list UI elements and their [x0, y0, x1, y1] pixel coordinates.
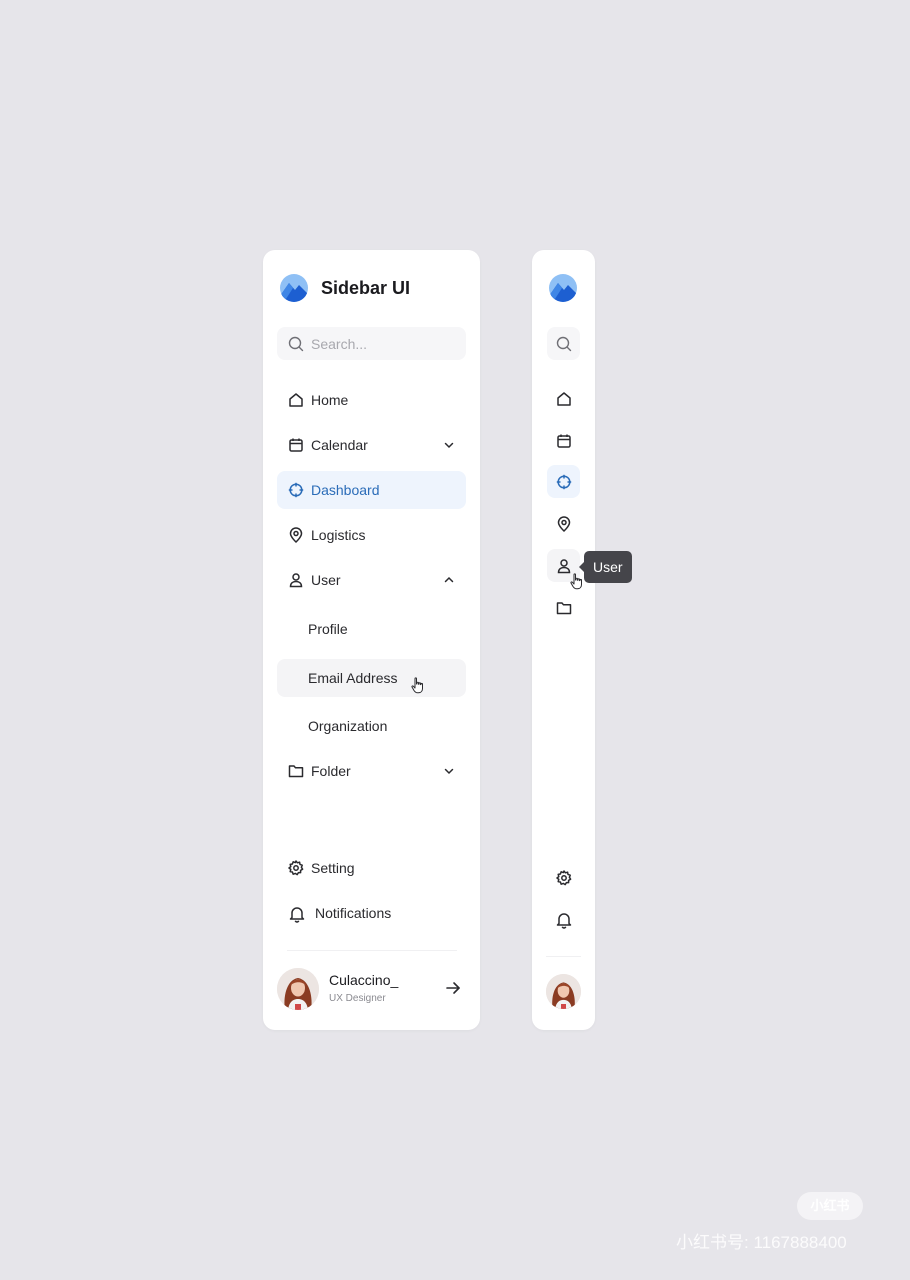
nav-label-calendar: Calendar [311, 437, 368, 453]
sub-label-email-address: Email Address [308, 670, 398, 686]
user-tooltip: User [579, 551, 632, 583]
collapsed-setting-button[interactable] [547, 861, 580, 894]
collapsed-sidebar [532, 250, 595, 1030]
location-pin-icon [556, 516, 572, 532]
user-name: Culaccino_ [329, 972, 399, 988]
calendar-icon [556, 433, 572, 449]
collapsed-logistics-button[interactable] [547, 507, 580, 540]
user-icon [556, 558, 572, 574]
collapsed-home-button[interactable] [547, 382, 580, 415]
nav-label-logistics: Logistics [311, 527, 366, 543]
gear-icon [288, 860, 304, 876]
nav-item-logistics[interactable]: Logistics [277, 516, 466, 554]
search-input[interactable]: Search... [277, 327, 466, 360]
gear-icon [556, 870, 572, 886]
user-card[interactable]: Culaccino_ UX Designer [277, 966, 466, 1014]
folder-icon [556, 600, 572, 616]
folder-icon [288, 763, 304, 779]
user-role: UX Designer [329, 993, 386, 1004]
collapsed-calendar-button[interactable] [547, 424, 580, 457]
nav-item-setting[interactable]: Setting [277, 849, 466, 887]
collapsed-folder-button[interactable] [547, 591, 580, 624]
crosshair-icon [556, 474, 572, 490]
nav-label-home: Home [311, 392, 349, 408]
user-icon [288, 572, 304, 588]
home-icon [556, 391, 572, 407]
arrow-right-icon[interactable] [445, 980, 461, 1001]
mountain-logo-icon[interactable] [549, 274, 577, 302]
nav-label-notifications: Notifications [315, 905, 392, 921]
sub-label-organization: Organization [308, 718, 388, 734]
mountain-logo-icon[interactable] [280, 274, 308, 302]
search-icon [288, 336, 304, 352]
nav-item-calendar[interactable]: Calendar [277, 426, 466, 464]
collapsed-notifications-button[interactable] [547, 903, 580, 936]
divider [546, 956, 581, 957]
nav-item-notifications[interactable]: Notifications [277, 894, 466, 932]
nav-label-folder: Folder [311, 763, 351, 779]
location-pin-icon [288, 527, 304, 543]
avatar[interactable] [277, 968, 319, 1010]
home-icon [288, 392, 304, 408]
nav-label-user: User [311, 572, 341, 588]
collapsed-search-button[interactable] [547, 327, 580, 360]
sub-item-organization[interactable]: Organization [277, 707, 466, 745]
search-placeholder: Search... [311, 336, 368, 352]
search-icon [556, 336, 572, 352]
divider [287, 950, 457, 951]
chevron-up-icon[interactable] [443, 573, 455, 591]
sub-label-profile: Profile [308, 621, 348, 637]
watermark-text: 小红书号: 1167888400 [676, 1233, 847, 1252]
nav-item-folder[interactable]: Folder [277, 752, 466, 790]
chevron-down-icon[interactable] [443, 438, 455, 456]
watermark-badge: 小红书 [797, 1192, 863, 1220]
nav-item-home[interactable]: Home [277, 381, 466, 419]
nav-label-setting: Setting [311, 860, 355, 876]
nav-item-user[interactable]: User [277, 561, 466, 599]
collapsed-user-button[interactable] [547, 549, 582, 590]
calendar-icon [288, 437, 304, 453]
brand-title: Sidebar UI [321, 278, 411, 298]
chevron-down-icon[interactable] [443, 764, 455, 782]
expanded-sidebar: Sidebar UI Search... Home Calendar Dashb… [263, 250, 480, 1030]
sub-item-email-address[interactable]: Email Address [277, 659, 466, 697]
sub-item-profile[interactable]: Profile [277, 610, 466, 648]
hand-cursor-icon [411, 677, 425, 699]
bell-icon [555, 911, 573, 929]
avatar[interactable] [546, 974, 581, 1009]
crosshair-icon [288, 482, 304, 498]
nav-item-dashboard[interactable]: Dashboard [277, 471, 466, 509]
nav-label-dashboard: Dashboard [311, 482, 380, 498]
collapsed-dashboard-button[interactable] [547, 465, 580, 498]
bell-icon [288, 905, 306, 923]
